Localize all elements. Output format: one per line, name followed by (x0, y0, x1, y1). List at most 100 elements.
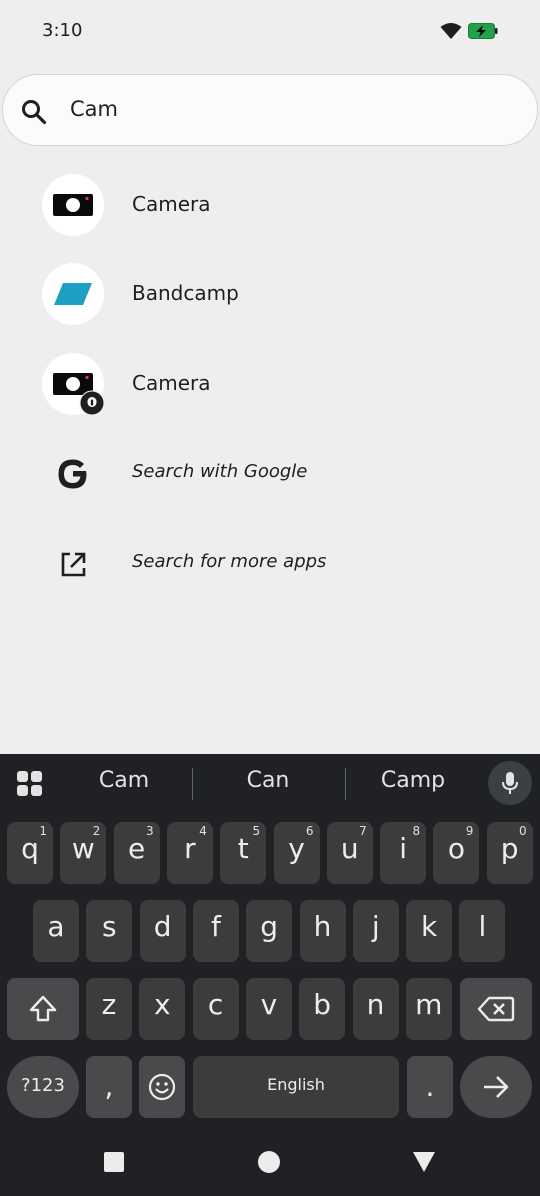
key-y[interactable]: y6 (273, 822, 320, 884)
key-w[interactable]: w2 (60, 822, 107, 884)
mic-button[interactable] (488, 761, 532, 805)
battery-charging-icon (468, 23, 498, 39)
key-g[interactable]: g (246, 900, 293, 962)
key-x[interactable]: x (139, 978, 186, 1040)
shift-key[interactable] (7, 978, 79, 1040)
recents-icon[interactable] (104, 1152, 124, 1172)
divider (192, 768, 193, 800)
suggestion-bar: Cam Can Camp (0, 754, 540, 812)
navigation-bar (0, 1130, 540, 1196)
key-label: x (154, 988, 171, 1021)
period-key[interactable]: . (407, 1056, 453, 1118)
bandcamp-app-icon (42, 263, 104, 325)
key-hint-number: 0 (519, 824, 527, 838)
key-hint-number: 8 (412, 824, 421, 838)
mic-icon (502, 772, 518, 794)
key-a[interactable]: a (33, 900, 79, 962)
enter-key[interactable] (460, 1056, 532, 1118)
home-icon[interactable] (258, 1151, 280, 1173)
apps-grid-icon[interactable] (16, 770, 44, 798)
back-icon[interactable] (413, 1152, 435, 1172)
symbols-key[interactable]: ?123 (7, 1056, 79, 1118)
space-label: English (267, 1075, 325, 1094)
key-label: d (153, 910, 172, 943)
key-hint-number: 4 (199, 824, 207, 838)
comma-label: , (104, 1070, 114, 1103)
key-j[interactable]: j (352, 900, 399, 962)
key-hint-number: 5 (252, 824, 261, 838)
key-hint-number: 1 (39, 824, 47, 838)
period-label: . (425, 1070, 435, 1103)
key-label: s (102, 910, 117, 943)
key-label: b (313, 988, 332, 1021)
emoji-key[interactable] (139, 1056, 185, 1118)
key-u[interactable]: u7 (326, 822, 373, 884)
key-q[interactable]: q1 (7, 822, 53, 884)
result-label: Camera (132, 192, 211, 216)
key-k[interactable]: k (406, 900, 453, 962)
key-label: a (47, 910, 65, 943)
key-label: l (478, 910, 487, 943)
result-label: Search with Google (132, 461, 308, 482)
key-m[interactable]: m (405, 978, 452, 1040)
search-bar[interactable]: Cam (2, 74, 538, 146)
key-label: z (101, 988, 117, 1021)
result-camera-work[interactable]: Camera (0, 339, 540, 429)
key-label: h (313, 910, 332, 943)
key-label: n (366, 988, 385, 1021)
key-i[interactable]: i8 (380, 822, 427, 884)
key-v[interactable]: v (245, 978, 292, 1040)
key-c[interactable]: c (192, 978, 239, 1040)
emoji-icon (148, 1073, 176, 1101)
suggestion-3[interactable]: Camp (343, 768, 483, 793)
suggestion-1[interactable]: Cam (54, 768, 194, 793)
search-input[interactable]: Cam (70, 97, 118, 121)
key-hint-number: 2 (92, 824, 101, 838)
shift-icon (29, 995, 57, 1022)
result-label: Camera (132, 371, 211, 395)
key-label: g (260, 910, 279, 943)
key-h[interactable]: h (299, 900, 346, 962)
key-r[interactable]: r4 (166, 822, 213, 884)
key-b[interactable]: b (299, 978, 346, 1040)
backspace-icon (477, 996, 515, 1022)
open-external-icon (61, 552, 86, 577)
key-s[interactable]: s (86, 900, 133, 962)
key-n[interactable]: n (352, 978, 399, 1040)
comma-key[interactable]: , (86, 1056, 132, 1118)
key-label: j (371, 910, 380, 943)
key-o[interactable]: o9 (433, 822, 480, 884)
key-t[interactable]: t5 (220, 822, 267, 884)
key-z[interactable]: z (86, 978, 132, 1040)
result-camera[interactable]: Camera (0, 160, 540, 250)
arrow-right-icon (484, 1076, 509, 1098)
result-label: Search for more apps (132, 551, 327, 572)
key-label: k (420, 910, 438, 943)
key-f[interactable]: f (192, 900, 239, 962)
key-hint-number: 6 (305, 824, 314, 838)
clock: 3:10 (42, 20, 83, 41)
key-hint-number: 3 (145, 824, 154, 838)
key-label: f (210, 910, 221, 943)
key-e[interactable]: e3 (113, 822, 160, 884)
space-key[interactable]: English (193, 1056, 399, 1118)
wifi-icon (440, 23, 462, 39)
key-p[interactable]: p0 (486, 822, 533, 884)
symbols-label: ?123 (21, 1075, 65, 1096)
key-label: m (415, 988, 443, 1021)
result-search-more-apps[interactable]: Search for more apps (0, 519, 540, 609)
key-hint-number: 9 (465, 824, 474, 838)
result-search-google[interactable]: Search with Google (0, 429, 540, 519)
status-bar: 3:10 (0, 0, 540, 62)
key-label: c (207, 988, 224, 1021)
camera-work-app-icon (42, 353, 105, 416)
result-label: Bandcamp (132, 281, 239, 305)
result-bandcamp[interactable]: Bandcamp (0, 249, 540, 339)
google-g-icon (58, 459, 87, 489)
key-l[interactable]: l (459, 900, 506, 962)
backspace-key[interactable] (460, 978, 532, 1040)
search-icon (22, 100, 47, 125)
key-label: v (260, 988, 278, 1021)
suggestion-2[interactable]: Can (198, 768, 338, 793)
key-d[interactable]: d (139, 900, 186, 962)
